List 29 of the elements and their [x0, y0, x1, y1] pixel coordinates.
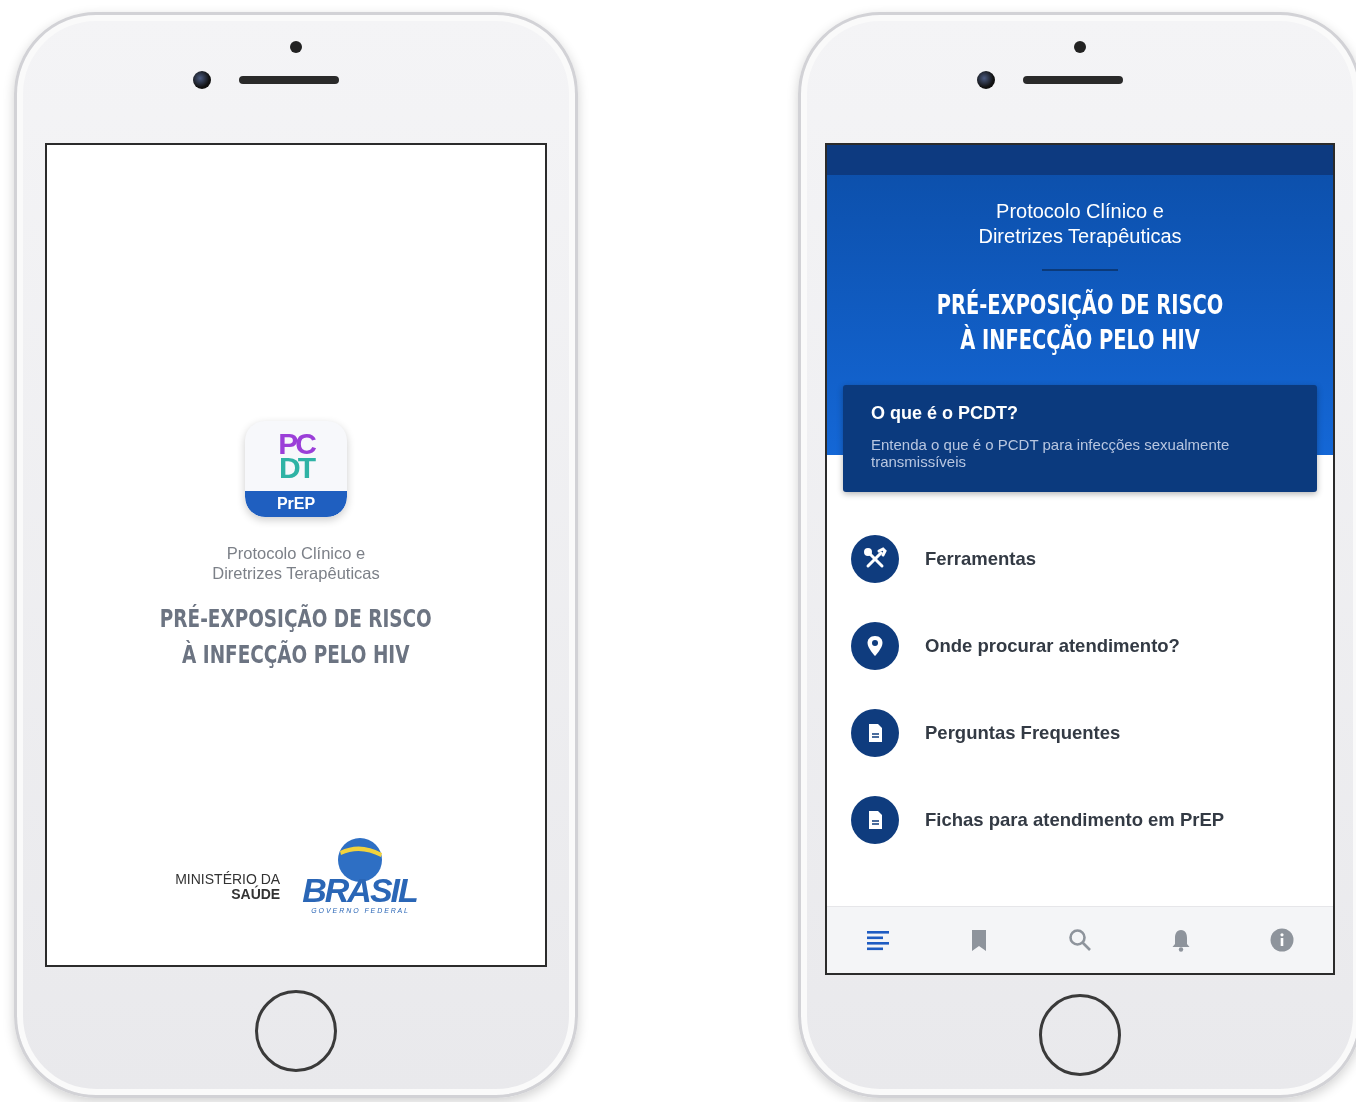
menu-item[interactable]: Ferramentas: [851, 535, 1309, 583]
document-icon: [851, 796, 899, 844]
subtitle: Protocolo Clínico e Diretrizes Terapêuticas: [212, 543, 380, 583]
info-icon: [1269, 927, 1296, 953]
logo-letters: PC: [278, 432, 314, 456]
intro-card[interactable]: O que é o PCDT? Entenda o que é o PCDT para infecções sexualmente transmissíveis: [843, 385, 1317, 492]
tools-icon: [851, 535, 899, 583]
subtitle: Protocolo Clínico e Diretrizes Terapêuticas: [978, 199, 1182, 249]
menu-item[interactable]: Onde procurar atendimento?: [851, 622, 1309, 670]
document-icon: [851, 709, 899, 757]
app-icon-label: PrEP: [245, 491, 347, 517]
ministry-name: SAÚDE: [231, 887, 281, 902]
camera-icon: [977, 71, 995, 89]
card-title: O que é o PCDT?: [871, 403, 1019, 424]
home-button[interactable]: [255, 990, 337, 1072]
sensor-dot: [1074, 41, 1086, 53]
ministry-name: MINISTÉRIO DA: [175, 872, 281, 887]
brasil-wordmark: BRASIL: [302, 873, 417, 907]
card-description: Entenda o que é o PCDT para infecções sexualmente transmissíveis: [871, 436, 1231, 470]
title: PRÉ-EXPOSIÇÃO DE RISCO À INFECÇÃO PELO HIV: [160, 603, 432, 671]
menu-item[interactable]: Fichas para atendimento em PrEP: [851, 796, 1309, 844]
logo-letters: DT: [279, 456, 313, 480]
home-button[interactable]: [1039, 994, 1121, 1076]
location-pin-icon: [851, 622, 899, 670]
title: PRÉ-EXPOSIÇÃO DE RISCO À INFECÇÃO PELO HIV: [936, 288, 1224, 357]
search-icon: [1066, 927, 1093, 953]
camera-icon: [193, 71, 211, 89]
menu-item[interactable]: Perguntas Frequentes: [851, 709, 1309, 757]
sensor-dot: [290, 41, 302, 53]
